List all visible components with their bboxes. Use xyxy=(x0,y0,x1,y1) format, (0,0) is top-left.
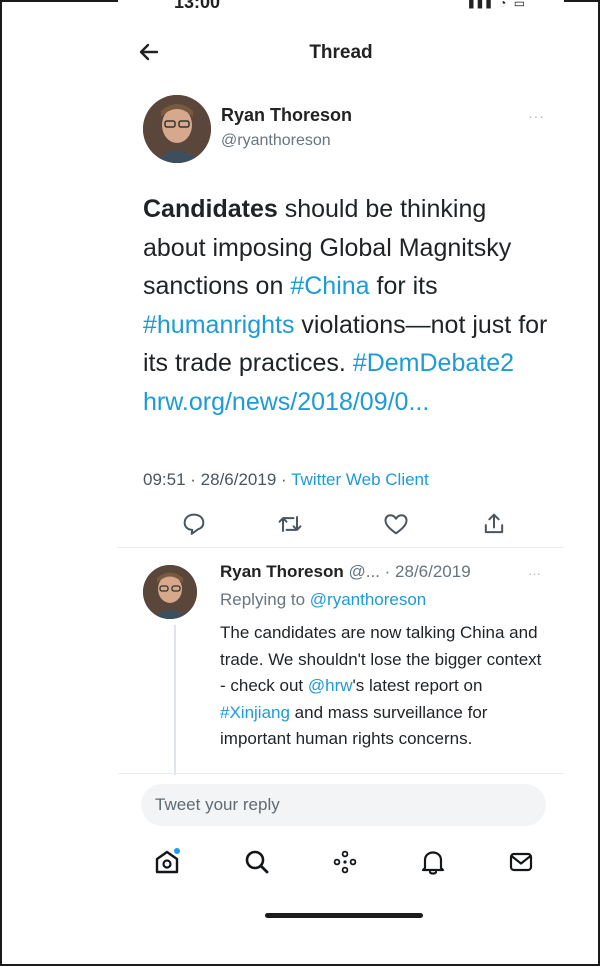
reply-header: Ryan Thoreson @... · 28/6/2019 xyxy=(220,562,471,582)
divider xyxy=(118,773,564,774)
status-bar: 13:00 ▮▮▮ ◔ ▭ xyxy=(118,0,564,14)
search-icon[interactable] xyxy=(240,845,274,879)
avatar[interactable] xyxy=(143,95,211,163)
like-icon[interactable] xyxy=(382,510,410,538)
reply-text: The candidates are now talking China and… xyxy=(220,620,550,753)
replying-handle-link[interactable]: @ryanthoreson xyxy=(310,590,427,609)
bottom-nav xyxy=(140,845,545,881)
home-indicator[interactable] xyxy=(265,913,423,918)
hashtag-link[interactable]: #DemDebate2 xyxy=(353,349,514,377)
reply-more-options-icon[interactable]: ··· xyxy=(528,566,541,581)
reply-icon[interactable] xyxy=(180,510,208,538)
tweet-meta: 09:51 · 28/6/2019 · Twitter Web Client xyxy=(143,470,429,489)
notifications-icon[interactable] xyxy=(416,845,450,879)
hashtag-link[interactable]: #humanrights xyxy=(143,311,294,339)
author-name[interactable]: Ryan Thoreson xyxy=(221,105,352,126)
divider xyxy=(118,547,564,548)
reply-input[interactable]: Tweet your reply xyxy=(141,784,546,826)
url-link[interactable]: hrw.org/news/2018/09/0... xyxy=(143,388,429,416)
hashtag-link[interactable]: #China xyxy=(290,272,369,300)
hashtag-link[interactable]: #Xinjiang xyxy=(220,703,290,722)
tweet-text-part: for its xyxy=(369,272,438,300)
spaces-icon[interactable] xyxy=(328,845,362,879)
reply-date: · 28/6/2019 xyxy=(384,562,471,581)
reply-author-handle[interactable]: @... xyxy=(348,562,379,581)
reply-text-part: 's latest report on xyxy=(352,676,483,695)
status-time: 13:00 xyxy=(174,0,221,12)
tweet-text: Candidates should be thinking about impo… xyxy=(143,190,548,421)
home-icon[interactable] xyxy=(150,845,184,879)
status-indicators: ▮▮▮ ◔ ▭ xyxy=(468,0,528,10)
page-title: Thread xyxy=(309,42,373,63)
reply-avatar[interactable] xyxy=(143,565,197,619)
tweet-actions xyxy=(178,510,508,540)
mention-link[interactable]: @hrw xyxy=(308,676,353,695)
thread-header: Thread xyxy=(118,30,564,74)
more-options-icon[interactable]: ··· xyxy=(528,108,545,124)
reply-author-name[interactable]: Ryan Thoreson xyxy=(220,562,344,581)
author-handle[interactable]: @ryanthoreson xyxy=(221,132,331,150)
replying-to: Replying to @ryanthoreson xyxy=(220,590,426,610)
reply-input-placeholder: Tweet your reply xyxy=(155,795,280,814)
tweet-client-link[interactable]: Twitter Web Client xyxy=(291,470,429,489)
replying-label: Replying to xyxy=(220,590,310,609)
messages-icon[interactable] xyxy=(504,845,538,879)
thread-connector-line xyxy=(174,625,176,775)
tweet-text-bold: Candidates xyxy=(143,195,278,223)
share-icon[interactable] xyxy=(480,510,508,538)
tweet-date: 28/6/2019 xyxy=(200,470,277,489)
tweet-time: 09:51 xyxy=(143,470,186,489)
retweet-icon[interactable] xyxy=(276,510,304,538)
